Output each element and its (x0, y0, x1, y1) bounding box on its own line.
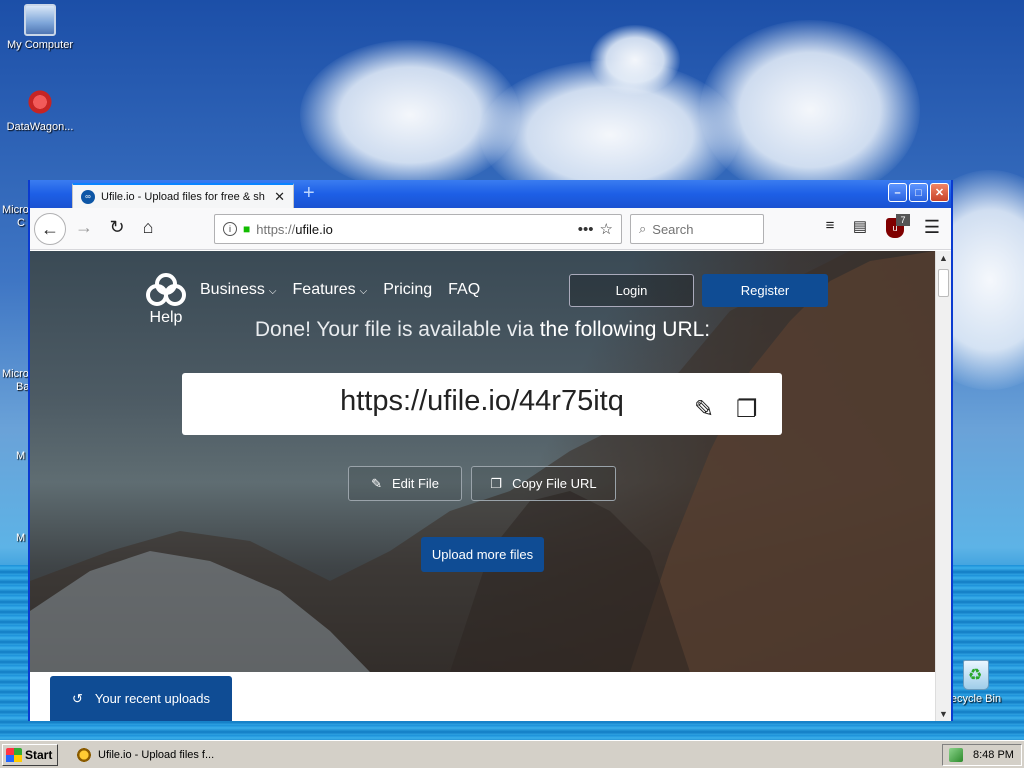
window-controls: – □ ✕ (888, 183, 949, 202)
browser-app-icon (76, 747, 92, 763)
hero-section: Help Business ⌵ Features ⌵ Pricing FAQ Log… (30, 251, 935, 672)
cloud-decoration (700, 20, 920, 200)
desktop-icon-label-partial: C (17, 217, 25, 229)
desktop-icon-label: DataWagon... (6, 121, 74, 133)
bookmark-star-icon[interactable]: ☆ (600, 220, 613, 238)
register-button[interactable]: Register (702, 274, 828, 307)
scroll-thumb[interactable] (938, 269, 949, 297)
window-titlebar[interactable]: ∞ Ufile.io - Upload files for free & sh … (30, 180, 951, 208)
scroll-up-icon[interactable]: ▲ (939, 253, 948, 263)
copy-icon: ❐ (490, 475, 503, 491)
edit-file-label: Edit File (391, 476, 439, 491)
desktop-icon-label-partial: Micro (2, 368, 29, 380)
main-nav: Business ⌵ Features ⌵ Pricing FAQ (200, 281, 480, 299)
recent-uploads-tab[interactable]: ↺ Your recent uploads (50, 676, 232, 721)
minimize-button[interactable]: – (888, 183, 907, 202)
copy-icon[interactable]: ❐ (736, 395, 758, 424)
ufile-logo-icon (146, 273, 186, 306)
nav-item-pricing[interactable]: Pricing (383, 281, 432, 299)
search-icon: ⌕ (639, 221, 647, 236)
new-tab-button[interactable]: + (303, 182, 315, 205)
browser-toolbar: ← → ↻ ⌂ i ■ https://ufile.io ••• ☆ ⌕ Sea… (30, 208, 951, 250)
history-icon: ↺ (71, 690, 83, 706)
desktop-icon-datawagon[interactable]: DataWagon... (0, 86, 80, 133)
desktop-icon-label-partial: M (16, 450, 26, 462)
nav-item-label: Features (292, 281, 356, 298)
windows-logo-icon (6, 748, 22, 762)
ufile-logo-icon: ∞ (81, 189, 95, 204)
login-button[interactable]: Login (569, 274, 694, 307)
url-host: ufile.io (295, 221, 333, 237)
network-icon[interactable] (949, 748, 963, 762)
scroll-down-icon[interactable]: ▼ (939, 709, 948, 719)
file-url-box: https://ufile.io/44r75itq ✎ ❐ (182, 373, 782, 435)
ublock-count-badge: 7 (896, 214, 910, 226)
address-text[interactable]: https://ufile.io (256, 222, 572, 237)
page-viewport: Help Business ⌵ Features ⌵ Pricing FAQ Log… (30, 251, 935, 721)
forward-button[interactable]: → (72, 217, 96, 238)
url-protocol: https:// (256, 221, 296, 237)
address-bar[interactable]: i ■ https://ufile.io ••• ☆ (214, 214, 622, 244)
start-label: Start (25, 748, 53, 762)
search-placeholder: Search (652, 221, 694, 237)
page-actions-icon[interactable]: ••• (578, 221, 594, 238)
computer-icon (24, 4, 56, 36)
browser-window: ∞ Ufile.io - Upload files for free & sh … (28, 180, 953, 721)
cloud-decoration (590, 25, 680, 95)
info-icon[interactable]: i (223, 222, 237, 236)
start-button[interactable]: Start (2, 744, 58, 766)
browser-tab[interactable]: ∞ Ufile.io - Upload files for free & sh … (72, 183, 294, 208)
desktop-icon-label-partial: Micro (2, 204, 29, 216)
close-window-button[interactable]: ✕ (930, 183, 949, 202)
success-headline: Done! Your file is available via the fol… (30, 318, 935, 342)
taskbar-item-label: Ufile.io - Upload files f... (98, 749, 215, 761)
library-icon[interactable]: ≡ (818, 217, 842, 234)
menu-icon[interactable]: ☰ (920, 217, 944, 238)
chevron-down-icon: ⌵ (359, 286, 368, 297)
home-button[interactable]: ⌂ (136, 217, 160, 238)
edit-icon[interactable]: ✎ (694, 395, 714, 424)
headline-emphasis: the following URL: (539, 318, 711, 341)
lock-icon: ■ (243, 222, 251, 236)
chevron-down-icon: ⌵ (268, 286, 277, 297)
vertical-scrollbar[interactable]: ▲ ▼ (935, 251, 951, 721)
nav-item-business[interactable]: Business ⌵ (200, 281, 277, 299)
file-url-text[interactable]: https://ufile.io/44r75itq (182, 385, 782, 418)
maximize-button[interactable]: □ (909, 183, 928, 202)
nav-item-features[interactable]: Features ⌵ (293, 281, 368, 299)
clock: 8:48 PM (973, 749, 1014, 761)
sidebar-icon[interactable]: ▤ (848, 217, 872, 235)
copy-url-label: Copy File URL (512, 476, 597, 491)
desktop-icon-label: ecycle Bin (950, 693, 1002, 705)
back-button[interactable]: ← (34, 213, 66, 245)
upload-more-button[interactable]: Upload more files (421, 537, 544, 572)
edit-icon: ✎ (371, 475, 382, 491)
desktop-icon-my-computer[interactable]: My Computer (0, 4, 80, 51)
desktop-icon-label-partial: M (16, 532, 26, 544)
system-tray: 8:48 PM (942, 744, 1022, 766)
datawagon-icon (24, 86, 56, 118)
desktop-icon-label: My Computer (6, 39, 74, 51)
search-bar[interactable]: ⌕ Search (630, 214, 764, 244)
taskbar: Start Ufile.io - Upload files f... 8:48 … (0, 740, 1024, 768)
reload-button[interactable]: ↻ (105, 217, 129, 238)
nav-item-faq[interactable]: FAQ (448, 281, 480, 299)
recent-uploads-label: Your recent uploads (94, 691, 211, 706)
taskbar-item-browser[interactable]: Ufile.io - Upload files f... (72, 744, 222, 766)
tab-title: Ufile.io - Upload files for free & sh (101, 190, 265, 203)
edit-file-button[interactable]: ✎ Edit File (348, 466, 462, 501)
nav-item-label: Business (200, 281, 265, 298)
recycle-bin-icon (963, 660, 989, 690)
close-tab-icon[interactable]: ✕ (274, 189, 293, 205)
headline-prefix: Done! Your file is available via (254, 318, 540, 341)
copy-url-button[interactable]: ❐ Copy File URL (471, 466, 616, 501)
